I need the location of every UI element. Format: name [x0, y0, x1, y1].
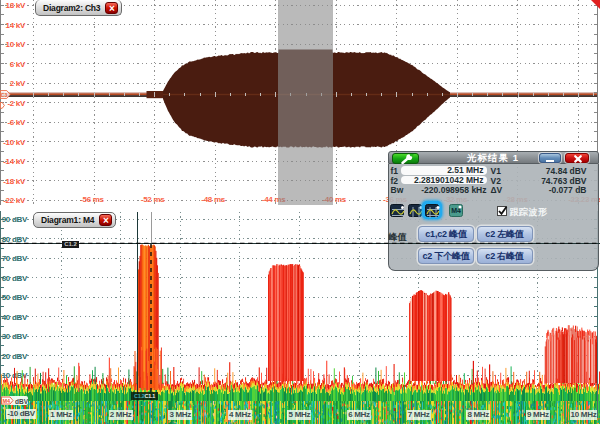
svg-text:dBV: dBV [15, 398, 29, 405]
svg-text:M4: M4 [3, 398, 12, 404]
